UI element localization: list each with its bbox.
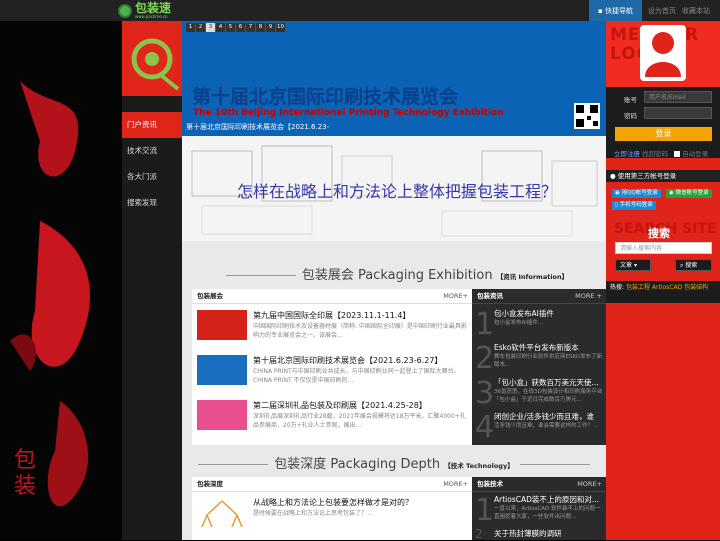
- nav-item-tech[interactable]: 技术交流: [122, 138, 182, 164]
- logo-icon: [118, 3, 132, 18]
- chevron-down-icon: ▾: [633, 262, 637, 269]
- phone-login-button[interactable]: ▯ 手机号码登录: [612, 201, 656, 210]
- phone-icon: ▯: [615, 202, 619, 208]
- page-dot[interactable]: 5: [226, 23, 235, 32]
- depth-panel: 包装深度 MORE+ 从战略上和方法论上包装要怎样做才是对的？ 是时候要在战略上和…: [192, 477, 472, 540]
- news-item[interactable]: 从战略上和方法论上包装要怎样做才是对的？ 是时候要在战略上和方法论上思考包装了？…: [197, 497, 469, 537]
- nav-item-portal[interactable]: 门户资讯: [122, 112, 182, 138]
- vertical-calligraphy: 包装: [14, 448, 37, 499]
- snail-logo-icon: [131, 38, 180, 91]
- news-panel: 包装资讯 MORE + 1 包小盒发布AI插件 包小盒发布AI插件... 2 Es…: [472, 289, 606, 445]
- banner-subtitle-en: The 10th Beijing International Printing …: [193, 108, 504, 118]
- news-item[interactable]: 第十届北京国际印刷技术展览会【2021.6.23-6.27】 CHINA PRI…: [197, 355, 469, 393]
- panel-header: 包装展会 MORE+: [192, 289, 472, 304]
- avatar: [640, 25, 686, 81]
- search-type-select[interactable]: 文章 ▾: [615, 259, 651, 271]
- password-label: 密码: [624, 112, 637, 120]
- site-logo[interactable]: 包装速 www.packme.cn: [118, 0, 171, 21]
- logo-sub: www.packme.cn: [135, 14, 168, 19]
- page-dot[interactable]: 9: [266, 23, 275, 32]
- more-link[interactable]: MORE+: [577, 477, 602, 491]
- tree-diagram-thumbnail: [197, 497, 247, 527]
- hot-search: 热搜: 包装工程 ArtiosCAD 包装结构: [610, 283, 718, 292]
- bookmark-link[interactable]: 收藏本站: [682, 6, 710, 16]
- page-dot[interactable]: 7: [246, 23, 255, 32]
- search-title: 搜索: [648, 227, 670, 240]
- banner-pager: 1 2 3 4 5 6 7 8 9 10: [186, 23, 285, 32]
- banner-question: 怎样在战略上和方法论上整体把握包装工程？: [237, 182, 558, 201]
- search-button[interactable]: ⌕ 搜索: [675, 259, 712, 271]
- news-thumbnail: [197, 355, 247, 385]
- register-link[interactable]: 立即注册: [614, 150, 640, 158]
- banner-caption[interactable]: 第十届北京国际印刷技术展览会【2021.6.23-: [186, 122, 329, 132]
- qq-login-button[interactable]: ◉ 用QQ帐号登录: [612, 189, 661, 198]
- logo-text: 包装速: [135, 1, 172, 15]
- tech-panel: 包装技术 MORE+ 1 ArtiosCAD装不上的原因和对... 一直以来，Ar…: [472, 477, 606, 541]
- page-dot-active[interactable]: 3: [206, 23, 215, 32]
- password-input[interactable]: [644, 107, 712, 119]
- page-dot[interactable]: 4: [216, 23, 225, 32]
- menu-icon: ▪: [598, 6, 605, 15]
- nav-item-groups[interactable]: 各大门派: [122, 164, 182, 190]
- nav-logo-block: [122, 21, 182, 96]
- panel-header: 包装技术 MORE+: [472, 477, 606, 492]
- third-party-header: ● 使用第三方帐号登录: [606, 170, 720, 182]
- panel-header: 包装深度 MORE+: [192, 477, 472, 492]
- set-homepage-link[interactable]: 设为首页: [648, 6, 676, 16]
- section-depth-title: 包装深度 Packaging Depth 【技术 Technology】: [182, 453, 606, 472]
- page-dot[interactable]: 1: [186, 23, 195, 32]
- forgot-password-link[interactable]: 找回密码: [642, 150, 668, 158]
- news-item[interactable]: 第二届深圳礼品包装及印刷展【2021.4.25-28】 深圳礼品展深圳礼品行业2…: [197, 400, 469, 438]
- wechat-icon: ◉: [669, 190, 674, 196]
- hot-label: 热搜:: [610, 284, 625, 291]
- more-link[interactable]: MORE+: [443, 289, 468, 303]
- page-dot[interactable]: 8: [256, 23, 265, 32]
- user-icon: [645, 32, 681, 77]
- wechat-login-button[interactable]: ◉ 微信账号登录: [666, 189, 712, 198]
- register-row: 立即注册 找回密码 自动登录: [614, 148, 708, 158]
- news-thumbnail: [197, 400, 247, 430]
- account-label: 账号: [624, 96, 637, 104]
- search-icon: ⌕: [680, 262, 684, 269]
- more-link[interactable]: MORE+: [443, 477, 468, 491]
- auto-login-checkbox[interactable]: [674, 151, 681, 157]
- nav-item-search[interactable]: 搜索发现: [122, 190, 182, 216]
- auto-login-label: 自动登录: [682, 150, 709, 158]
- panel-header: 包装资讯 MORE +: [472, 289, 606, 304]
- quick-nav-button[interactable]: ▪ 快捷导航: [589, 0, 642, 21]
- login-button[interactable]: 登录: [615, 127, 712, 141]
- side-news-item[interactable]: 2 关于热封薄膜的调研: [472, 527, 606, 541]
- banner-title: 第十届北京国际印刷技术展览会: [192, 86, 459, 108]
- hot-tag[interactable]: 包装结构: [684, 284, 708, 291]
- side-nav: 门户资讯 技术交流 各大门派 搜索发现: [122, 112, 182, 216]
- hot-tag[interactable]: ArtiosCAD: [652, 284, 682, 291]
- more-link[interactable]: MORE +: [575, 289, 602, 303]
- exhibition-panel: 包装展会 MORE+ 第九届中国国际全印展【2023.11.1-11.4】 中国国…: [192, 289, 472, 445]
- top-links: 设为首页 收藏本站: [648, 0, 710, 21]
- side-news-item[interactable]: 4 闭创企业/活多钱少而且难，谁 活多钱少而且难，谁会需要这样的工作？...: [472, 410, 606, 452]
- news-item[interactable]: 第九届中国国际全印展【2023.11.1-11.4】 中国国际印刷技术及设备器材…: [197, 310, 469, 348]
- page-dot[interactable]: 10: [276, 23, 285, 32]
- qr-code-icon: [574, 103, 600, 129]
- user-icon: ●: [610, 172, 616, 180]
- search-input[interactable]: 请输入搜索内容: [615, 242, 712, 254]
- news-thumbnail: [197, 310, 247, 340]
- qq-icon: ◉: [615, 190, 620, 196]
- page-dot[interactable]: 6: [236, 23, 245, 32]
- account-input[interactable]: 用户名/Email: [644, 91, 712, 103]
- hot-tag[interactable]: 包装工程: [626, 284, 650, 291]
- page-dot[interactable]: 2: [196, 23, 205, 32]
